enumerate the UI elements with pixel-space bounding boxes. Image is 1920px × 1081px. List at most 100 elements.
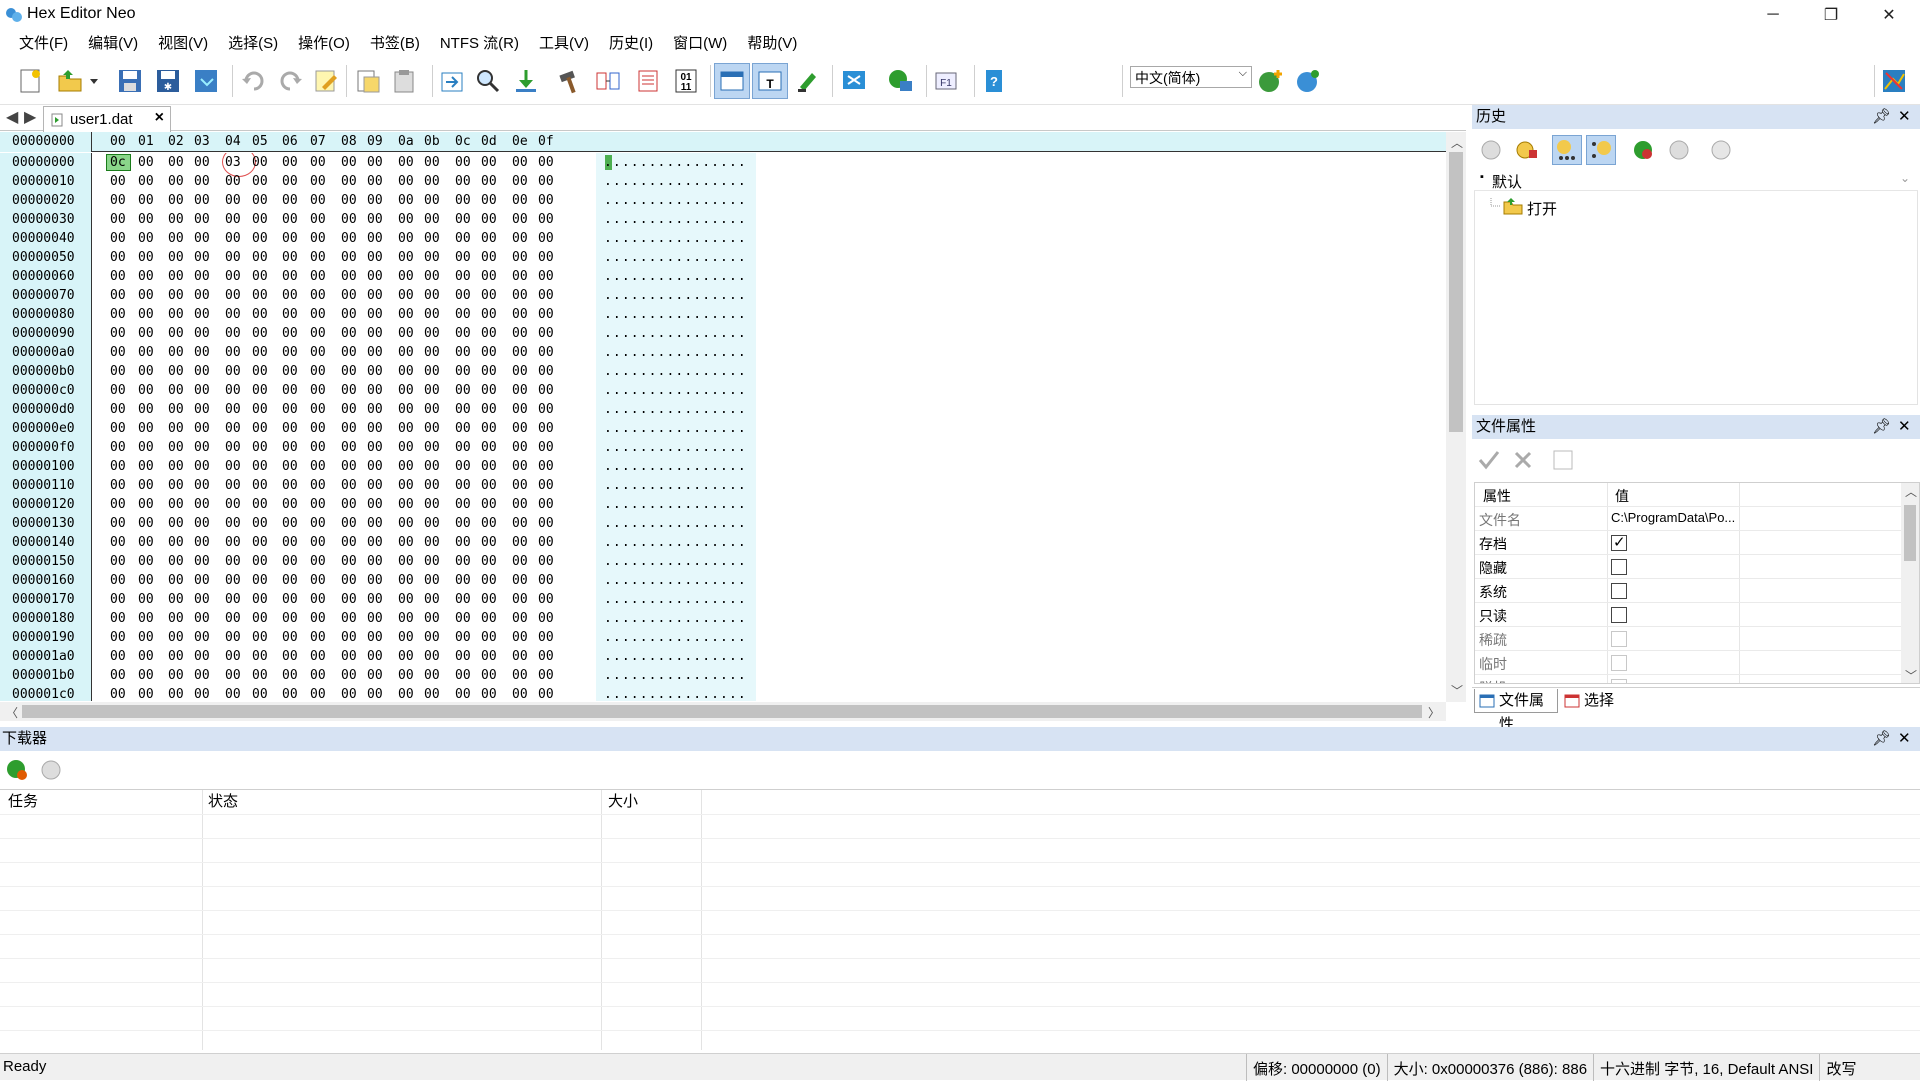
hex-byte[interactable]: 00 [110, 324, 126, 343]
ascii-text[interactable]: ................ [604, 457, 747, 476]
hex-byte[interactable]: 0c [110, 153, 126, 172]
ascii-text[interactable]: ................ [604, 552, 747, 571]
hex-byte[interactable]: 00 [455, 191, 471, 210]
save-icon[interactable] [112, 63, 148, 99]
hex-byte[interactable]: 00 [138, 647, 154, 666]
save-as-icon[interactable] [188, 63, 224, 99]
hex-byte[interactable]: 00 [367, 476, 383, 495]
hex-byte[interactable]: 00 [538, 533, 554, 552]
hex-byte[interactable]: 00 [512, 324, 528, 343]
hex-byte[interactable]: 00 [310, 533, 326, 552]
hex-byte[interactable]: 00 [282, 552, 298, 571]
hex-byte[interactable]: 00 [168, 419, 184, 438]
hex-byte[interactable]: 00 [512, 191, 528, 210]
property-checkbox[interactable] [1611, 679, 1627, 683]
hex-byte[interactable]: 00 [252, 647, 268, 666]
ascii-text[interactable]: ................ [604, 381, 747, 400]
hex-byte[interactable]: 00 [341, 172, 357, 191]
hex-byte[interactable]: 00 [225, 248, 241, 267]
hex-byte[interactable]: 00 [424, 647, 440, 666]
hex-byte[interactable]: 00 [424, 514, 440, 533]
hex-byte[interactable]: 00 [538, 362, 554, 381]
hex-byte[interactable]: 00 [310, 248, 326, 267]
hex-byte[interactable]: 00 [168, 191, 184, 210]
hex-byte[interactable]: 00 [138, 438, 154, 457]
menu-select[interactable]: 选择(S) [218, 31, 288, 57]
hex-byte[interactable]: 00 [512, 400, 528, 419]
hex-byte[interactable]: 00 [225, 362, 241, 381]
ascii-text[interactable]: ................ [604, 248, 747, 267]
hex-byte[interactable]: 00 [538, 400, 554, 419]
hex-byte[interactable]: 00 [367, 362, 383, 381]
menu-bookmarks[interactable]: 书签(B) [360, 31, 430, 57]
hex-byte[interactable]: 00 [138, 533, 154, 552]
horizontal-scroll-thumb[interactable] [22, 705, 1422, 718]
hex-byte[interactable]: 00 [138, 400, 154, 419]
hex-byte[interactable]: 00 [252, 324, 268, 343]
properties-scroll-thumb[interactable] [1904, 505, 1916, 561]
hex-byte[interactable]: 00 [194, 609, 210, 628]
hex-byte[interactable]: 00 [310, 666, 326, 685]
hex-byte[interactable]: 00 [341, 457, 357, 476]
hex-byte[interactable]: 00 [481, 153, 497, 172]
hex-byte[interactable]: 00 [367, 609, 383, 628]
hex-byte[interactable]: 00 [225, 514, 241, 533]
hex-byte[interactable]: 00 [398, 457, 414, 476]
ascii-text[interactable]: ................ [604, 400, 747, 419]
goto-icon[interactable] [434, 63, 470, 99]
hex-byte[interactable]: 00 [481, 248, 497, 267]
hex-byte[interactable]: 00 [481, 229, 497, 248]
hex-byte[interactable]: 00 [538, 343, 554, 362]
hex-byte[interactable]: 00 [455, 476, 471, 495]
hex-byte[interactable]: 00 [455, 305, 471, 324]
hex-byte[interactable]: 00 [481, 514, 497, 533]
hex-byte[interactable]: 00 [455, 343, 471, 362]
hex-byte[interactable]: 00 [168, 628, 184, 647]
hex-byte[interactable]: 00 [481, 286, 497, 305]
hex-byte[interactable]: 00 [252, 685, 268, 701]
hex-byte[interactable]: 00 [138, 495, 154, 514]
hex-byte[interactable]: 00 [194, 153, 210, 172]
hex-byte[interactable]: 00 [512, 305, 528, 324]
hammer-icon[interactable] [552, 63, 588, 99]
ascii-text[interactable]: ................ [604, 590, 747, 609]
hex-byte[interactable]: 00 [194, 229, 210, 248]
hex-byte[interactable]: 00 [367, 666, 383, 685]
hex-byte[interactable]: 00 [168, 609, 184, 628]
hex-byte[interactable]: 00 [538, 419, 554, 438]
ascii-text[interactable]: ................ [604, 514, 747, 533]
hex-byte[interactable]: 00 [282, 685, 298, 701]
hex-byte[interactable]: 00 [455, 552, 471, 571]
hex-byte[interactable]: 00 [481, 609, 497, 628]
hex-byte[interactable]: 00 [310, 362, 326, 381]
hex-byte[interactable]: 00 [138, 362, 154, 381]
hex-byte[interactable]: 00 [341, 362, 357, 381]
hex-byte[interactable]: 00 [110, 381, 126, 400]
hex-byte[interactable]: 00 [512, 495, 528, 514]
tab-user1-dat[interactable]: user1.dat × [43, 106, 171, 132]
hex-byte[interactable]: 00 [341, 305, 357, 324]
menu-file[interactable]: 文件(F) [9, 31, 78, 57]
hex-byte[interactable]: 00 [538, 153, 554, 172]
ascii-text[interactable]: ................ [604, 533, 747, 552]
hex-byte[interactable]: 00 [110, 343, 126, 362]
hex-byte[interactable]: 00 [512, 343, 528, 362]
hex-byte[interactable]: 00 [194, 267, 210, 286]
hex-byte[interactable]: 00 [168, 248, 184, 267]
hex-byte[interactable]: 00 [512, 438, 528, 457]
close-window-button[interactable]: ✕ [1860, 0, 1918, 30]
hex-byte[interactable]: 00 [455, 381, 471, 400]
hex-byte[interactable]: 00 [225, 438, 241, 457]
hex-byte[interactable]: 00 [138, 172, 154, 191]
hex-byte[interactable]: 00 [424, 666, 440, 685]
close-panel-icon[interactable]: ✕ [1898, 727, 1911, 751]
hex-byte[interactable]: 00 [512, 457, 528, 476]
hex-byte[interactable]: 00 [538, 248, 554, 267]
hex-byte[interactable]: 00 [512, 286, 528, 305]
hex-byte[interactable]: 00 [310, 210, 326, 229]
hex-byte[interactable]: 00 [310, 400, 326, 419]
hex-byte[interactable]: 00 [398, 324, 414, 343]
hex-byte[interactable]: 00 [138, 457, 154, 476]
hex-byte[interactable]: 00 [424, 457, 440, 476]
undo-icon[interactable] [236, 63, 272, 99]
